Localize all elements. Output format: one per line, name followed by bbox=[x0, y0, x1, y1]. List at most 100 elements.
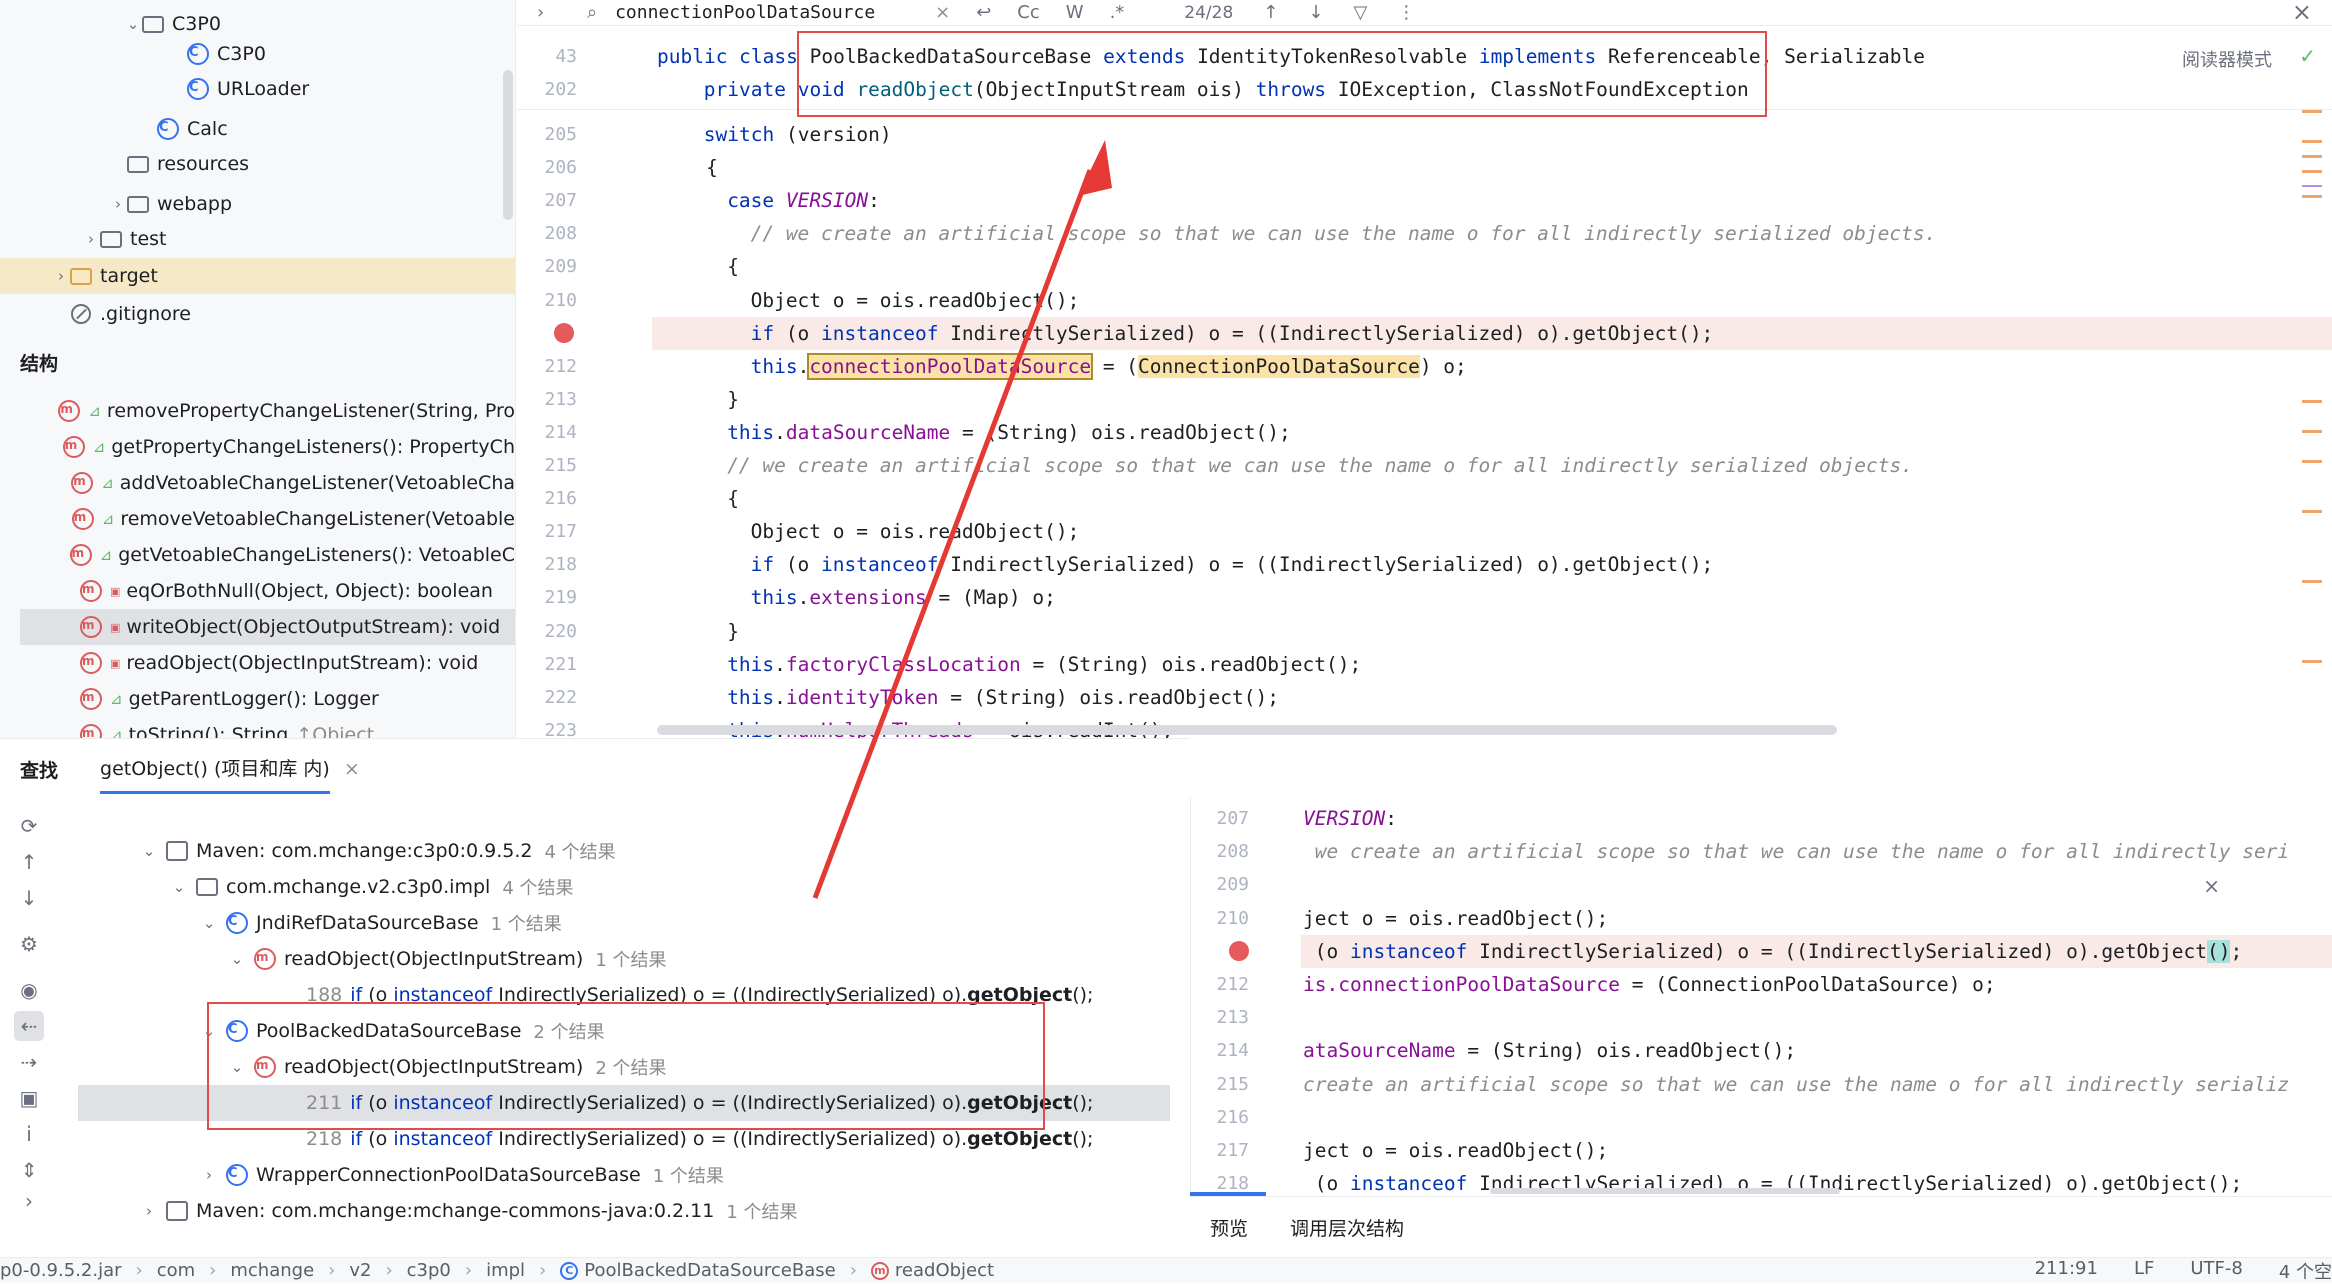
expand-chevron-icon[interactable]: ⌄ bbox=[170, 878, 188, 896]
line-ending[interactable]: LF bbox=[2134, 1258, 2154, 1284]
result-row[interactable]: ⌄ m readObject(ObjectInputStream) 1 个结果 bbox=[60, 941, 1190, 977]
search-input[interactable]: connectionPoolDataSource bbox=[615, 2, 925, 23]
expand-chevron-icon[interactable]: › bbox=[109, 195, 127, 213]
code-line[interactable]: this.extensions = (Map) o; bbox=[751, 581, 1056, 614]
error-stripe[interactable] bbox=[2302, 110, 2322, 690]
preview-scrollbar[interactable] bbox=[1490, 1188, 1840, 1194]
tree-item[interactable]: › webapp bbox=[0, 186, 515, 222]
search-icon[interactable]: ⌕ bbox=[587, 2, 597, 23]
indent-setting[interactable]: 4 个空 bbox=[2279, 1258, 2332, 1284]
breadcrumb-item[interactable]: c3p0 bbox=[407, 1260, 451, 1281]
read-access-icon[interactable]: ⇠ bbox=[14, 1011, 44, 1041]
code-line[interactable]: } bbox=[727, 615, 739, 648]
whole-word-toggle[interactable]: W bbox=[1066, 2, 1084, 23]
settings-icon[interactable]: ⚙ bbox=[14, 929, 44, 959]
more-chevron-icon[interactable]: › bbox=[14, 1186, 44, 1216]
code-line[interactable]: this.identityToken = (String) ois.readOb… bbox=[727, 681, 1279, 714]
structure-item[interactable]: m ▣ writeObject(ObjectOutputStream): void bbox=[20, 609, 515, 645]
code-line[interactable]: this.factoryClassLocation = (String) ois… bbox=[727, 648, 1361, 681]
file-encoding[interactable]: UTF-8 bbox=[2190, 1258, 2242, 1284]
next-match-icon[interactable]: ↓ bbox=[1308, 2, 1323, 23]
previous-occurrence-icon[interactable]: ↑ bbox=[14, 847, 44, 877]
tab-call-hierarchy[interactable]: 调用层次结构 bbox=[1290, 1214, 1404, 1241]
structure-item[interactable]: m ▣ eqOrBothNull(Object, Object): boolean bbox=[0, 573, 515, 609]
structure-item[interactable]: m ▣ readObject(ObjectInputStream): void bbox=[0, 645, 515, 681]
error-stripe-mark[interactable] bbox=[2302, 430, 2322, 433]
tree-item[interactable]: C Calc bbox=[0, 111, 515, 147]
expand-chevron-icon[interactable]: › bbox=[200, 1166, 218, 1184]
expand-chevron-icon[interactable]: ⌄ bbox=[124, 15, 142, 33]
result-row[interactable]: ⌄ C JndiRefDataSourceBase 1 个结果 bbox=[60, 905, 1190, 941]
error-stripe-mark[interactable] bbox=[2302, 400, 2322, 403]
more-options-icon[interactable]: ⋮ bbox=[1397, 2, 1415, 23]
code-line[interactable]: { bbox=[706, 151, 718, 184]
tree-item[interactable]: › target bbox=[0, 258, 515, 294]
expand-chevron-icon[interactable]: › bbox=[537, 2, 544, 23]
result-row[interactable]: ⌄ Maven: com.mchange:c3p0:0.9.5.2 4 个结果 bbox=[60, 833, 1190, 869]
code-line[interactable]: Object o = ois.readObject(); bbox=[751, 515, 1080, 548]
result-row[interactable]: ⌄ com.mchange.v2.c3p0.impl 4 个结果 bbox=[60, 869, 1190, 905]
error-stripe-mark[interactable] bbox=[2302, 170, 2322, 173]
project-scrollbar[interactable] bbox=[503, 70, 513, 220]
expand-chevron-icon[interactable]: ⌄ bbox=[140, 842, 158, 860]
error-stripe-mark[interactable] bbox=[2302, 140, 2322, 143]
expand-chevron-icon[interactable]: › bbox=[82, 230, 100, 248]
error-stripe-mark[interactable] bbox=[2302, 460, 2322, 463]
tree-item[interactable]: C C3P0 bbox=[0, 36, 515, 72]
breadcrumb-item[interactable]: PoolBackedDataSourceBase bbox=[584, 1260, 835, 1281]
breakpoint-icon[interactable] bbox=[554, 322, 574, 343]
error-stripe-mark[interactable] bbox=[2302, 660, 2322, 663]
breadcrumb-item[interactable]: v2 bbox=[349, 1260, 371, 1281]
previous-match-icon[interactable]: ↑ bbox=[1263, 2, 1278, 23]
code-line[interactable]: } bbox=[727, 383, 739, 416]
breadcrumb-item[interactable]: readObject bbox=[895, 1260, 994, 1281]
result-row[interactable]: › Maven: com.mchange:mchange-commons-java… bbox=[60, 1193, 1190, 1229]
code-line[interactable]: // we create an artificial scope so that… bbox=[751, 217, 1937, 250]
info-icon[interactable]: ⅰ bbox=[14, 1119, 44, 1149]
structure-item[interactable]: m ⊿ addVetoableChangeListener(VetoableCha bbox=[0, 465, 515, 501]
breadcrumb-item[interactable]: mchange bbox=[230, 1260, 314, 1281]
expand-all-icon[interactable]: ⇕ bbox=[14, 1155, 44, 1185]
code-line[interactable]: this.connectionPoolDataSource = (Connect… bbox=[751, 350, 1467, 383]
filter-icon[interactable]: ▽ bbox=[1353, 2, 1367, 23]
code-line[interactable]: switch (version) bbox=[704, 118, 892, 151]
regex-toggle[interactable]: .* bbox=[1110, 2, 1125, 23]
breadcrumb-item[interactable]: impl bbox=[486, 1260, 525, 1281]
code-line[interactable]: // we create an artificial scope so that… bbox=[727, 449, 1913, 482]
preview-pane[interactable]: 207 VERSION: 208 we create an artificial s… bbox=[1190, 798, 2332, 1196]
caret-position[interactable]: 211:91 bbox=[2035, 1258, 2098, 1284]
structure-item[interactable]: m ⊿ getVetoableChangeListeners(): Vetoable… bbox=[0, 537, 515, 573]
find-tab-getobject[interactable]: getObject() (项目和库 内) bbox=[100, 744, 330, 794]
error-stripe-mark[interactable] bbox=[2302, 155, 2322, 158]
expand-chevron-icon[interactable]: ⌄ bbox=[228, 950, 246, 968]
code-line[interactable]: { bbox=[727, 482, 739, 515]
preview-icon[interactable]: ◉ bbox=[14, 975, 44, 1005]
clear-search-icon[interactable]: × bbox=[935, 2, 950, 23]
tree-item[interactable]: resources bbox=[0, 146, 515, 182]
breadcrumb-item[interactable]: com bbox=[157, 1260, 195, 1281]
tab-preview[interactable]: 预览 bbox=[1210, 1214, 1248, 1241]
expand-chevron-icon[interactable]: › bbox=[52, 267, 70, 285]
code-line[interactable]: Object o = ois.readObject(); bbox=[751, 284, 1080, 317]
code-line[interactable]: { bbox=[727, 250, 739, 283]
reader-mode-button[interactable]: 阅读器模式 bbox=[2182, 46, 2272, 72]
new-line-icon[interactable]: ↩ bbox=[976, 2, 991, 23]
breakpoint-icon[interactable] bbox=[1229, 940, 1249, 961]
error-stripe-mark[interactable] bbox=[2302, 580, 2322, 583]
close-search-icon[interactable]: × bbox=[2292, 0, 2312, 26]
structure-item[interactable]: m ⊿ removeVetoableChangeListener(Vetoable bbox=[0, 501, 515, 537]
error-stripe-mark[interactable] bbox=[2302, 110, 2322, 113]
code-line[interactable]: if (o instanceof IndirectlySerialized) o… bbox=[751, 317, 1714, 350]
rerun-icon[interactable]: ⟳ bbox=[14, 811, 44, 841]
code-line[interactable]: case VERSION: bbox=[727, 184, 880, 217]
expand-chevron-icon[interactable]: ⌄ bbox=[200, 914, 218, 932]
error-stripe-mark[interactable] bbox=[2302, 510, 2322, 513]
code-line[interactable]: if (o instanceof IndirectlySerialized) o… bbox=[751, 548, 1714, 581]
error-stripe-mark[interactable] bbox=[2302, 185, 2322, 187]
next-occurrence-icon[interactable]: ↓ bbox=[14, 883, 44, 913]
breadcrumb-item[interactable]: p0-0.9.5.2.jar bbox=[0, 1260, 122, 1281]
match-case-toggle[interactable]: Cc bbox=[1017, 2, 1039, 23]
structure-item[interactable]: m ⊿ getPropertyChangeListeners(): Property… bbox=[0, 429, 515, 465]
error-stripe-mark[interactable] bbox=[2302, 195, 2322, 198]
result-row[interactable]: › C WrapperConnectionPoolDataSourceBase 1 个… bbox=[60, 1157, 1190, 1193]
